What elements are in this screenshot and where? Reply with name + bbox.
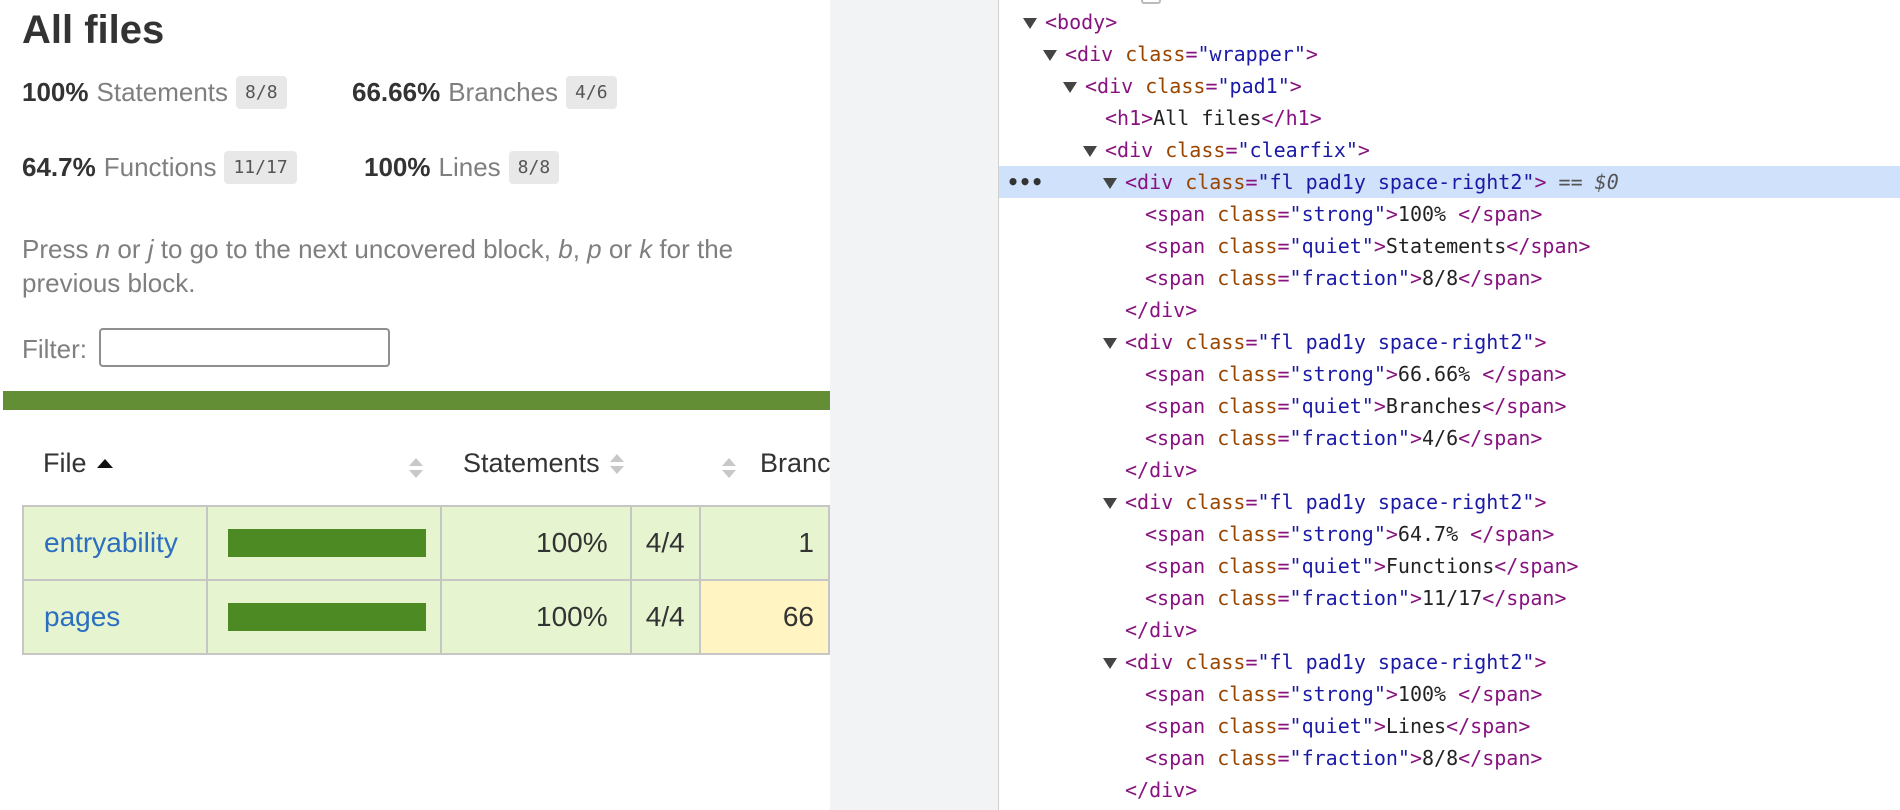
dom-node[interactable]: <span class="strong">100% </span> bbox=[999, 198, 1900, 230]
sort-icon bbox=[609, 452, 624, 476]
devtools-elements-panel: <body> <div class="wrapper"> <div class="p… bbox=[998, 0, 1900, 810]
expand-triangle-icon[interactable] bbox=[1103, 658, 1117, 669]
key-b: b bbox=[558, 234, 573, 264]
stat-fraction: 8/8 bbox=[508, 151, 560, 184]
dom-node[interactable]: </div> bbox=[999, 774, 1900, 806]
stat-branches: 66.66% Branches 4/6 bbox=[352, 76, 617, 109]
dom-node[interactable]: <div class="clearfix"> bbox=[999, 134, 1900, 166]
filter-label: Filter: bbox=[22, 334, 87, 364]
stat-label: Branches bbox=[448, 77, 559, 107]
stat-fraction: 8/8 bbox=[236, 76, 287, 109]
branches-pct: 1 bbox=[698, 505, 830, 581]
expand-triangle-icon[interactable] bbox=[1103, 498, 1117, 509]
coverage-bar bbox=[228, 603, 427, 631]
statements-abs: 4/4 bbox=[629, 505, 701, 581]
file-cell: entryability bbox=[21, 505, 209, 581]
key-p: p bbox=[587, 234, 602, 264]
file-link[interactable]: pages bbox=[44, 601, 120, 632]
filter-input[interactable] bbox=[99, 328, 390, 367]
stat-value: 64.7% bbox=[22, 152, 96, 182]
dom-node[interactable]: <span class="fraction">8/8</span> bbox=[999, 742, 1900, 774]
dom-node[interactable]: <div class="fl pad1y space-right2"> bbox=[999, 646, 1900, 678]
help-text: Press bbox=[22, 234, 96, 264]
statements-abs: 4/4 bbox=[629, 579, 701, 655]
file-link[interactable]: entryability bbox=[44, 527, 178, 558]
expand-triangle-icon[interactable] bbox=[1103, 338, 1117, 349]
dom-node[interactable]: <h1>All files</h1> bbox=[999, 102, 1900, 134]
coverage-bar bbox=[228, 529, 427, 557]
keyboard-help-text: Press n or j to go to the next uncovered… bbox=[22, 232, 822, 300]
dom-node[interactable]: <span class="strong">66.66% </span> bbox=[999, 358, 1900, 390]
column-header-branches[interactable]: Branc bbox=[760, 448, 830, 479]
help-text: or bbox=[110, 234, 148, 264]
dom-node[interactable]: <span class="quiet">Lines</span> bbox=[999, 710, 1900, 742]
stat-statements: 100% Statements 8/8 bbox=[22, 76, 287, 109]
expand-triangle-icon[interactable] bbox=[1103, 178, 1117, 189]
dom-node[interactable]: <span class="fraction">11/17</span> bbox=[999, 582, 1900, 614]
dom-node[interactable]: <div class="wrapper"> bbox=[999, 38, 1900, 70]
dom-node-selected[interactable]: ••• <div class="fl pad1y space-right2"> =… bbox=[999, 166, 1900, 198]
column-header-label: Statements bbox=[463, 448, 600, 478]
dom-node[interactable]: <span class="fraction">4/6</span> bbox=[999, 422, 1900, 454]
dom-node[interactable]: <div class="pad1"> bbox=[999, 70, 1900, 102]
stat-label: Statements bbox=[96, 77, 229, 107]
dom-node[interactable]: <span class="strong">100% </span> bbox=[999, 678, 1900, 710]
coverage-report-page: All files 100% Statements 8/8 66.66% Bra… bbox=[0, 0, 830, 810]
help-text: or bbox=[601, 234, 640, 264]
dom-node[interactable]: <div class="fl pad1y space-right2"> bbox=[999, 486, 1900, 518]
dom-node[interactable]: </div> bbox=[999, 614, 1900, 646]
stat-fraction: 11/17 bbox=[224, 151, 297, 184]
expand-triangle-icon[interactable] bbox=[1083, 146, 1097, 157]
dom-node[interactable]: </div> bbox=[999, 454, 1900, 486]
dom-node[interactable]: </div> bbox=[999, 294, 1900, 326]
key-k: k bbox=[639, 234, 653, 264]
more-options-icon[interactable]: ••• bbox=[1007, 166, 1043, 198]
expand-triangle-icon[interactable] bbox=[1043, 50, 1057, 61]
dom-node[interactable]: <span class="strong">64.7% </span> bbox=[999, 518, 1900, 550]
expand-triangle-icon[interactable] bbox=[1063, 82, 1077, 93]
stat-label: Functions bbox=[103, 152, 217, 182]
table-row: pages 100% 4/4 66 bbox=[21, 579, 830, 655]
stat-fraction: 4/6 bbox=[566, 76, 617, 109]
branches-pct: 66 bbox=[698, 579, 830, 655]
coverage-status-bar bbox=[3, 391, 830, 410]
coverage-table-body: entryability 100% 4/4 1 pages 100% 4/4 6… bbox=[21, 505, 830, 655]
stat-label: Lines bbox=[438, 152, 501, 182]
key-n: n bbox=[95, 234, 111, 264]
help-text: , bbox=[572, 234, 588, 264]
stat-functions: 64.7% Functions 11/17 bbox=[22, 151, 297, 184]
stat-lines: 100% Lines 8/8 bbox=[364, 151, 560, 184]
dom-node[interactable]: <span class="quiet">Functions</span> bbox=[999, 550, 1900, 582]
coverage-bar-cell bbox=[206, 505, 442, 581]
stat-value: 66.66% bbox=[352, 77, 441, 107]
column-header-label: File bbox=[43, 448, 87, 478]
statements-pct: 100% bbox=[440, 505, 632, 581]
column-header-file[interactable]: File bbox=[43, 448, 113, 479]
scroll-stub-icon bbox=[1141, 0, 1161, 4]
sort-icon[interactable] bbox=[722, 456, 737, 480]
column-header-label: Branc bbox=[760, 448, 830, 478]
coverage-table: entryability 100% 4/4 1 pages 100% 4/4 6… bbox=[21, 505, 830, 655]
devtools-gutter bbox=[830, 0, 998, 810]
dom-node[interactable]: <span class="quiet">Statements</span> bbox=[999, 230, 1900, 262]
table-row: entryability 100% 4/4 1 bbox=[21, 505, 830, 581]
sort-icon[interactable] bbox=[409, 456, 423, 480]
file-cell: pages bbox=[21, 579, 209, 655]
dom-node[interactable]: <span class="fraction">8/8</span> bbox=[999, 262, 1900, 294]
statements-pct: 100% bbox=[440, 579, 632, 655]
expand-triangle-icon[interactable] bbox=[1023, 18, 1037, 29]
dom-node[interactable]: <div class="fl pad1y space-right2"> bbox=[999, 326, 1900, 358]
column-header-statements[interactable]: Statements bbox=[463, 448, 624, 479]
stat-value: 100% bbox=[22, 77, 89, 107]
page-title: All files bbox=[22, 8, 165, 52]
coverage-bar-cell bbox=[206, 579, 442, 655]
sort-ascending-icon bbox=[96, 459, 113, 468]
dom-node[interactable]: <body> bbox=[999, 6, 1900, 38]
help-text: to go to the next uncovered block, bbox=[153, 234, 559, 264]
dom-node[interactable]: <span class="quiet">Branches</span> bbox=[999, 390, 1900, 422]
stat-value: 100% bbox=[364, 152, 431, 182]
